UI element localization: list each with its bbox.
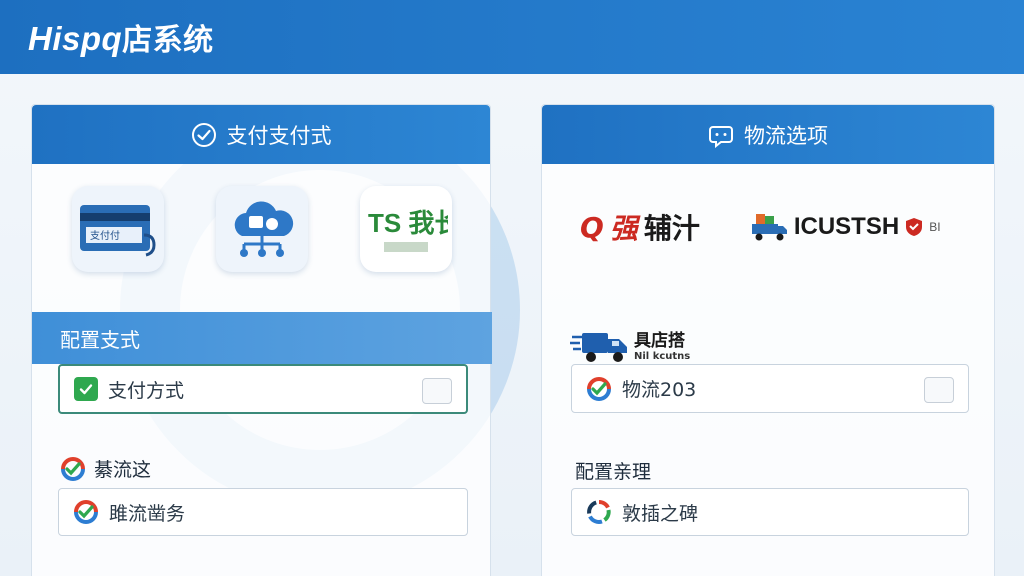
payment-panel-title: 支付支付式: [226, 123, 332, 148]
payment-method-toggle[interactable]: [422, 378, 452, 404]
payment-tile-card[interactable]: 支付付: [72, 186, 164, 272]
payment-method-checkbox[interactable]: [74, 377, 98, 401]
payment-method-value: 支付方式: [108, 379, 185, 402]
carrier-label-row: 具店搭 Nil kcutns: [570, 329, 690, 365]
logistics-logo-truck[interactable]: ICUSTSH BI: [750, 212, 941, 242]
credit-card-icon: 支付付: [80, 205, 156, 257]
secondary-label: 綦流这: [60, 455, 151, 482]
colorful-check-icon: [587, 376, 611, 401]
logistics-field-toggle[interactable]: [924, 377, 954, 403]
carrier-label-main: 具店搭: [634, 331, 685, 352]
config-label-text: 配置亲理: [575, 461, 652, 483]
logo-truck-text: ICUSTSH: [793, 213, 900, 240]
store-logo-caption: TS 我长店: [368, 208, 448, 238]
logistics-logos: Q 强辅汁 ICUSTSH BI: [580, 207, 941, 247]
logistics-panel: 物流选项 Q 强辅汁 ICUSTSH BI 具店搭 Nil kcutns 物流2…: [541, 104, 995, 576]
top-bar: Hispq店系统: [0, 0, 1024, 74]
config-section-bar: 配置支式: [32, 312, 492, 364]
store-logo-icon: TS 我长店: [368, 208, 448, 252]
logistics-panel-header: 物流选项: [542, 105, 994, 164]
carrier-label-sub: Nil kcutns: [634, 350, 691, 362]
cloud-network-icon: [234, 201, 294, 257]
data-field[interactable]: 敦插之碑: [571, 488, 969, 536]
brand-cn: 店系统: [122, 23, 214, 58]
logo-truck-suffix: BI: [929, 220, 941, 234]
brand-latin: Hispq: [28, 20, 123, 57]
logistics-field[interactable]: 物流203: [571, 364, 969, 413]
payment-method-field[interactable]: 支付方式: [58, 364, 468, 414]
segmented-ring-icon: [587, 499, 611, 524]
payment-tile-cloud[interactable]: [216, 186, 308, 272]
logo-red-text: 强: [609, 212, 638, 245]
check-icon: [79, 384, 93, 395]
shield-icon: [906, 218, 923, 236]
payment-panel: 支付支付式 支付付 TS 我长店: [31, 104, 492, 576]
colorful-check-icon: [61, 456, 85, 481]
app-brand: Hispq店系统: [28, 15, 214, 59]
payment-panel-header: 支付支付式: [32, 105, 490, 164]
config-label: 配置亲理: [575, 457, 651, 484]
config-section-title: 配置支式: [60, 327, 140, 352]
logistics-field-value: 物流203: [622, 379, 697, 401]
delivery-truck-icon: [751, 214, 787, 241]
logistics-logo-red[interactable]: Q 强辅汁: [580, 207, 700, 247]
payment-tile-store[interactable]: TS 我长店: [360, 186, 452, 272]
logistics-panel-title: 物流选项: [744, 123, 828, 148]
colorful-check-icon: [74, 500, 98, 524]
payment-tiles: 支付付 TS 我长店: [32, 164, 490, 272]
secondary-field-value: 雎流凿务: [109, 502, 186, 525]
carrier-label-text: 具店搭 Nil kcutns: [634, 332, 690, 362]
card-caption: 支付付: [90, 229, 120, 242]
logo-dark-text: 辅汁: [643, 212, 700, 245]
delivery-truck-icon: [570, 333, 627, 362]
check-circle-icon: [191, 122, 216, 147]
data-field-value: 敦插之碑: [622, 502, 699, 525]
secondary-field[interactable]: 雎流凿务: [58, 488, 468, 536]
chat-bubble-icon: [709, 125, 733, 148]
logo-red-mark: Q: [580, 210, 604, 244]
secondary-label-text: 綦流这: [94, 459, 152, 481]
